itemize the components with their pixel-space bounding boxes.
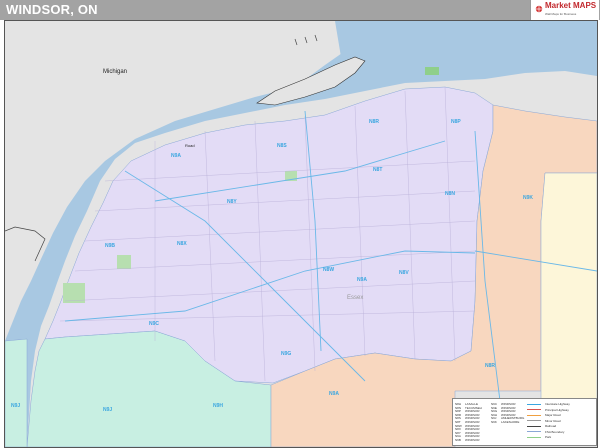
legend-swatch [527,420,541,421]
legend-swatch [527,409,541,410]
park [117,255,131,269]
fsa-label: N8T [373,167,382,173]
legend-key-label: Principal Highway [545,407,569,412]
legend-cell: N9K [491,420,497,424]
point-label: Road [185,143,195,148]
fsa-label: N9J [103,407,112,413]
fsa-label: N8R [485,363,495,369]
legend-fsa-table: N8H LASALLE N9C WINDSOR N8N TECUMSEH N9E WINDSO… [455,402,525,442]
fsa-label: N8N [445,191,455,197]
legend-cell: LAKESHORE [501,420,520,424]
fsa-label: N9H [213,403,223,409]
legend-key-label: Major Road [545,413,561,417]
publisher-logo: Market MAPS Wall Maps for Business [530,0,599,20]
legend-key-label: Park [545,435,552,439]
legend-swatch [527,414,541,416]
legend-key-label: Minor Road [545,418,561,423]
logo-text: Market MAPS [545,1,597,10]
map-title: WINDSOR, ON [6,2,98,17]
fsa-label: N8V [399,270,409,276]
legend-key-label: Railroad [545,424,557,428]
fsa-label: N9C [149,321,159,327]
fsa-label: N9G [281,351,291,357]
park [425,67,439,75]
legend-key: Interstate Highway Principal Highway Major… [527,402,593,442]
zone-west-teal [5,338,28,447]
legend-cell: N9B [455,438,461,442]
map-canvas[interactable]: Michigan Essex Road N9A N8S N8R N8P N8T … [4,20,598,448]
fsa-label: N8W [323,267,334,273]
fsa-label: N9K [523,195,533,201]
title-bar: WINDSOR, ON Market MAPS Wall Maps for Bu… [0,0,600,20]
map-svg: Michigan Essex Road N9A N8S N8R N8P N8T … [5,21,597,447]
fsa-label: N9A [357,277,367,283]
legend-swatch [527,425,541,427]
map-legend: N8H LASALLE N9C WINDSOR N8N TECUMSEH N9E WINDSO… [452,398,597,446]
zone-east-yellow [540,172,597,400]
fsa-label: N8R [369,119,379,125]
fsa-label: N8Y [227,199,237,205]
logo-tagline: Wall Maps for Business [545,12,577,16]
legend-key-label: Interstate Highway [545,402,570,406]
fsa-label: N9A [171,153,181,159]
globe-icon [535,5,543,13]
fsa-label: N8P [451,119,461,125]
fsa-label: N9J [11,403,20,409]
area-label: Essex [347,295,363,301]
fsa-label: N9A [329,391,339,397]
region-label: Michigan [103,69,127,75]
fsa-label: N9B [105,243,115,249]
legend-cell: WINDSOR [465,438,480,442]
fsa-label: N8X [177,241,187,247]
fsa-label: N8S [277,143,287,149]
legend-swatch [527,403,541,405]
legend-swatch [527,436,541,438]
legend-key-label: FSA Boundary [545,429,565,434]
legend-swatch [527,431,541,432]
